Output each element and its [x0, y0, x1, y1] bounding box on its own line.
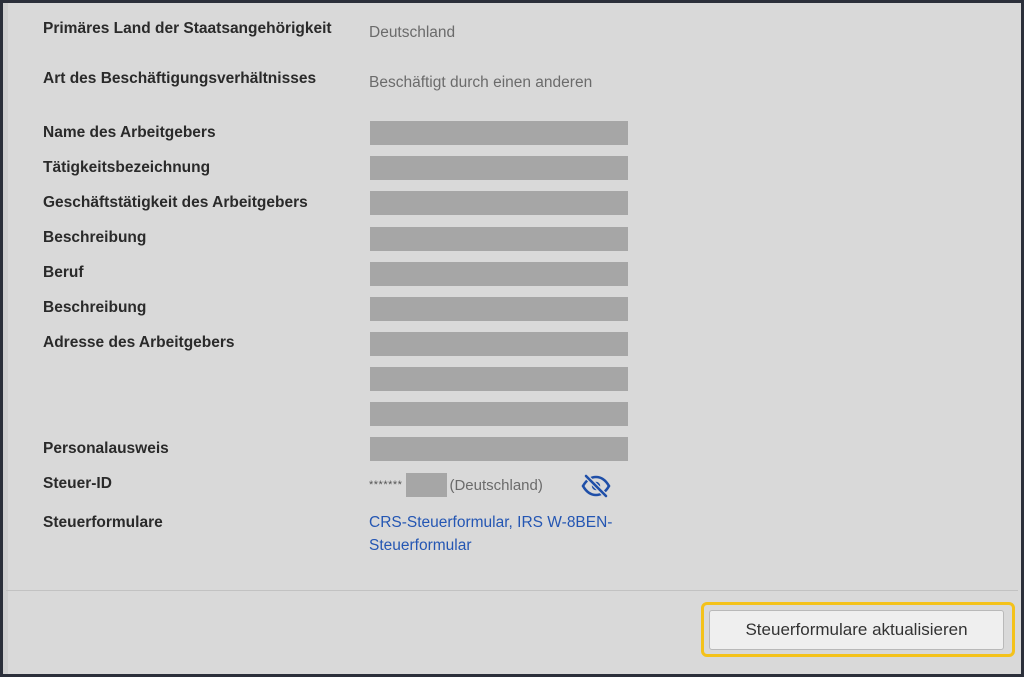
citizenship-value: Deutschland	[369, 24, 456, 41]
id-card-label: Personalausweis	[43, 440, 169, 457]
footer-divider	[6, 590, 1018, 591]
occupation-description-label: Beschreibung	[43, 299, 147, 316]
tax-forms-link[interactable]: CRS-Steuerformular, IRS W-8BEN-Steuerfor…	[369, 511, 659, 557]
tax-id-label: Steuer-ID	[43, 475, 112, 492]
citizenship-label: Primäres Land der Staatsangehörigkeit	[43, 20, 332, 37]
job-title-label: Tätigkeitsbezeichnung	[43, 159, 211, 176]
dialog-left-edge	[3, 3, 8, 674]
employer-business-redacted	[370, 191, 628, 215]
tax-forms-label: Steuerformulare	[43, 514, 163, 531]
tax-id-country: (Deutschland)	[449, 476, 543, 494]
tax-id-value: ******* (Deutschland)	[369, 473, 543, 497]
occupation-redacted	[370, 262, 628, 286]
update-tax-forms-button[interactable]: Steuerformulare aktualisieren	[709, 610, 1004, 650]
tax-id-masked-prefix: *******	[369, 479, 403, 491]
employer-address-line-3-redacted	[370, 402, 628, 426]
employer-address-line-2-redacted	[370, 367, 628, 391]
occupation-label: Beruf	[43, 264, 84, 281]
description-label: Beschreibung	[43, 229, 147, 246]
occupation-description-redacted	[370, 297, 628, 321]
job-title-redacted	[370, 156, 628, 180]
employment-type-value: Beschäftigt durch einen anderen	[369, 74, 593, 91]
employer-address-label: Adresse des Arbeitgebers	[43, 334, 235, 351]
eye-slash-icon[interactable]	[581, 473, 611, 499]
employer-name-redacted	[370, 121, 628, 145]
tax-id-redacted	[406, 473, 448, 497]
id-card-redacted	[370, 437, 628, 461]
employer-address-line-1-redacted	[370, 332, 628, 356]
employment-type-label: Art des Beschäftigungsverhältnisses	[43, 70, 317, 87]
employer-name-label: Name des Arbeitgebers	[43, 124, 216, 141]
description-redacted	[370, 227, 628, 251]
employer-business-label: Geschäftstätigkeit des Arbeitgebers	[43, 194, 308, 211]
account-details-dialog: Primäres Land der Staatsangehörigkeit De…	[0, 0, 1024, 677]
